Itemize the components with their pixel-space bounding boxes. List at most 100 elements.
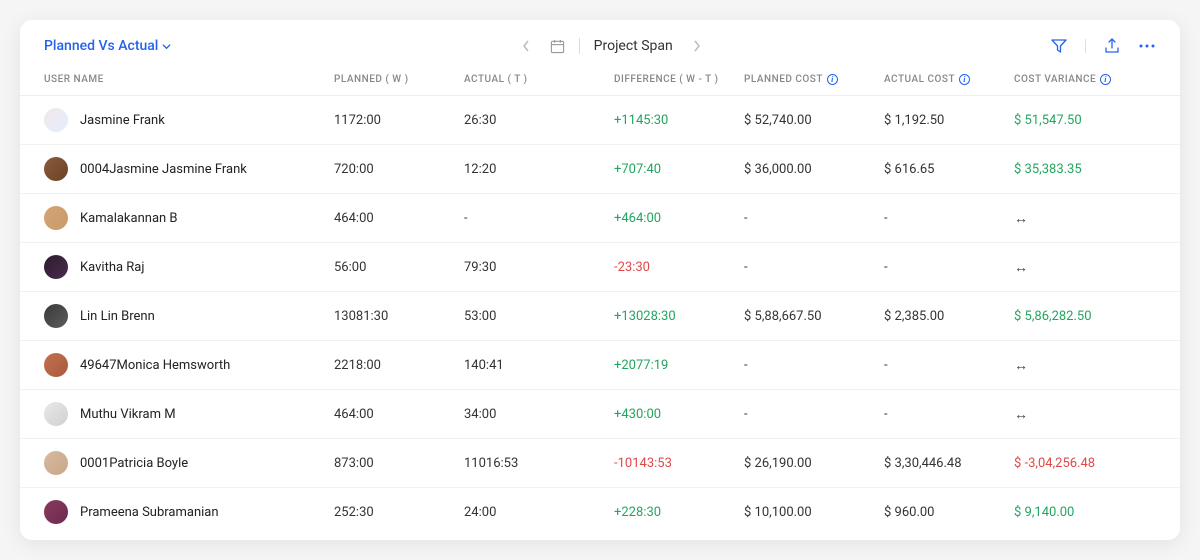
user-name: Kavitha Raj — [80, 260, 145, 275]
calendar-button[interactable] — [550, 39, 565, 54]
cell-actual: 11016:53 — [464, 456, 614, 471]
cell-acost: - — [884, 260, 1014, 275]
info-icon[interactable]: i — [827, 74, 838, 85]
user-cell: Muthu Vikram M — [44, 402, 334, 426]
user-cell: Prameena Subramanian — [44, 500, 334, 524]
cell-actual: 53:00 — [464, 309, 614, 324]
user-cell: Kavitha Raj — [44, 255, 334, 279]
table-row[interactable]: 0004Jasmine Jasmine Frank720:0012:20+707… — [20, 145, 1180, 194]
user-name: 0004Jasmine Jasmine Frank — [80, 162, 247, 177]
col-planned[interactable]: PLANNED ( W ) — [334, 74, 464, 85]
span-label: Project Span — [594, 38, 673, 54]
view-dropdown[interactable]: Planned Vs Actual — [44, 38, 171, 54]
user-name: Muthu Vikram M — [80, 407, 176, 422]
avatar — [44, 108, 68, 132]
caret-down-icon — [162, 42, 171, 51]
cell-planned: 56:00 — [334, 260, 464, 275]
user-cell: 0004Jasmine Jasmine Frank — [44, 157, 334, 181]
cell-diff: +464:00 — [614, 211, 744, 226]
user-name: Prameena Subramanian — [80, 505, 219, 520]
cell-pcost: - — [744, 358, 884, 373]
col-difference[interactable]: DIFFERENCE ( W - T ) — [614, 74, 744, 85]
toolbar: Planned Vs Actual Project Span — [20, 38, 1180, 62]
table-header: USER NAME PLANNED ( W ) ACTUAL ( T ) DIF… — [20, 62, 1180, 96]
more-button[interactable] — [1138, 38, 1156, 54]
col-variance[interactable]: COST VARIANCEi — [1014, 74, 1154, 85]
cell-actual: 140:41 — [464, 358, 614, 373]
col-planned-cost[interactable]: PLANNED COSTi — [744, 74, 884, 85]
filter-icon — [1051, 38, 1067, 54]
report-table: USER NAME PLANNED ( W ) ACTUAL ( T ) DIF… — [20, 62, 1180, 536]
toolbar-actions — [1051, 38, 1156, 54]
user-cell: Kamalakannan B — [44, 206, 334, 230]
cell-planned: 720:00 — [334, 162, 464, 177]
date-nav: Project Span — [171, 38, 1051, 54]
table-row[interactable]: Kavitha Raj56:0079:30-23:30--↔ — [20, 243, 1180, 292]
cell-diff: +13028:30 — [614, 309, 744, 324]
table-row[interactable]: 0001Patricia Boyle873:0011016:53-10143:5… — [20, 439, 1180, 488]
user-name: 0001Patricia Boyle — [80, 456, 188, 471]
cell-actual: - — [464, 211, 614, 226]
cell-pcost: $ 36,000.00 — [744, 162, 884, 177]
cell-acost: $ 2,385.00 — [884, 309, 1014, 324]
cell-pcost: - — [744, 211, 884, 226]
cell-diff: +430:00 — [614, 407, 744, 422]
table-row[interactable]: Kamalakannan B464:00-+464:00--↔ — [20, 194, 1180, 243]
user-cell: 49647Monica Hemsworth — [44, 353, 334, 377]
table-row[interactable]: Muthu Vikram M464:0034:00+430:00--↔ — [20, 390, 1180, 439]
user-name: Jasmine Frank — [80, 113, 165, 128]
cell-acost: $ 3,30,446.48 — [884, 456, 1014, 471]
cell-var: $ 51,547.50 — [1014, 113, 1154, 128]
table-row[interactable]: Prameena Subramanian252:3024:00+228:30$ … — [20, 488, 1180, 536]
next-button[interactable] — [687, 38, 707, 54]
cell-acost: $ 1,192.50 — [884, 113, 1014, 128]
avatar — [44, 304, 68, 328]
cell-planned: 1172:00 — [334, 113, 464, 128]
cell-acost: $ 960.00 — [884, 505, 1014, 520]
avatar — [44, 500, 68, 524]
calendar-icon — [550, 39, 565, 54]
cell-planned: 464:00 — [334, 407, 464, 422]
cell-pcost: - — [744, 260, 884, 275]
filter-button[interactable] — [1051, 38, 1067, 54]
more-horizontal-icon — [1138, 38, 1156, 54]
export-icon — [1104, 38, 1120, 54]
cell-acost: - — [884, 358, 1014, 373]
cell-var: $ 9,140.00 — [1014, 505, 1154, 520]
divider — [1085, 39, 1086, 53]
cell-var: ↔ — [1014, 210, 1154, 227]
table-row[interactable]: Jasmine Frank1172:0026:30+1145:30$ 52,74… — [20, 96, 1180, 145]
table-row[interactable]: 49647Monica Hemsworth2218:00140:41+2077:… — [20, 341, 1180, 390]
avatar — [44, 353, 68, 377]
export-button[interactable] — [1104, 38, 1120, 54]
prev-button[interactable] — [516, 38, 536, 54]
cell-var: ↔ — [1014, 357, 1154, 374]
cell-pcost: $ 5,88,667.50 — [744, 309, 884, 324]
cell-diff: +2077:19 — [614, 358, 744, 373]
info-icon[interactable]: i — [959, 74, 970, 85]
avatar — [44, 451, 68, 475]
table-body: Jasmine Frank1172:0026:30+1145:30$ 52,74… — [20, 96, 1180, 536]
info-icon[interactable]: i — [1100, 74, 1111, 85]
user-cell: 0001Patricia Boyle — [44, 451, 334, 475]
view-dropdown-label: Planned Vs Actual — [44, 38, 158, 54]
cell-actual: 24:00 — [464, 505, 614, 520]
col-actual-cost[interactable]: ACTUAL COSTi — [884, 74, 1014, 85]
cell-var: ↔ — [1014, 259, 1154, 276]
col-actual[interactable]: ACTUAL ( T ) — [464, 74, 614, 85]
table-row[interactable]: Lin Lin Brenn13081:3053:00+13028:30$ 5,8… — [20, 292, 1180, 341]
avatar — [44, 206, 68, 230]
col-user[interactable]: USER NAME — [44, 74, 334, 85]
cell-diff: +707:40 — [614, 162, 744, 177]
divider — [579, 38, 580, 54]
user-name: Lin Lin Brenn — [80, 309, 155, 324]
cell-actual: 26:30 — [464, 113, 614, 128]
cell-actual: 34:00 — [464, 407, 614, 422]
cell-diff: +1145:30 — [614, 113, 744, 128]
cell-var: $ -3,04,256.48 — [1014, 456, 1154, 471]
user-name: Kamalakannan B — [80, 211, 178, 226]
cell-actual: 79:30 — [464, 260, 614, 275]
cell-pcost: - — [744, 407, 884, 422]
cell-diff: -23:30 — [614, 260, 744, 275]
chevron-right-icon — [693, 40, 701, 52]
